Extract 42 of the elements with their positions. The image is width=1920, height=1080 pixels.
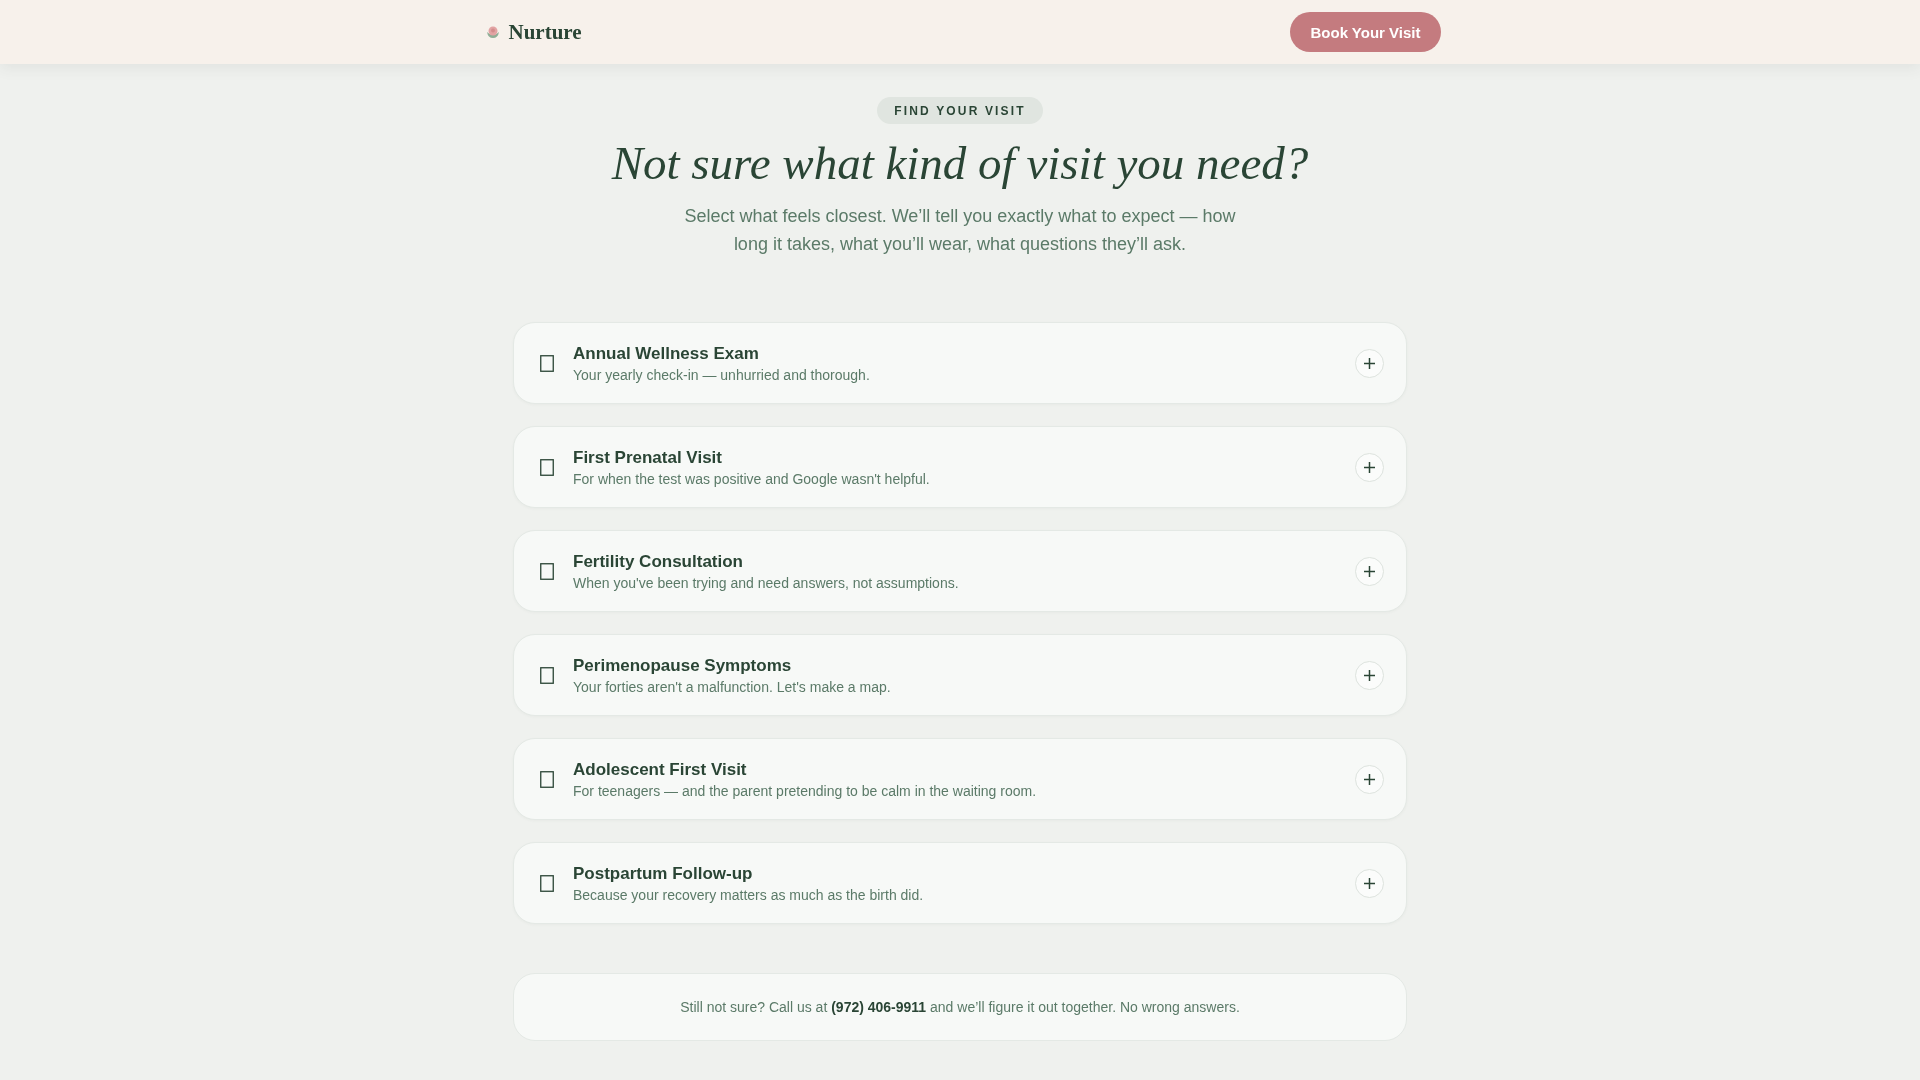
expand-button[interactable]: [1355, 348, 1384, 378]
page-subtitle: Select what feels closest. We’ll tell you exactly what to expect — how long it takes, what you’ll wear, what questions they’ll ask.: [683, 205, 1237, 256]
plus-icon: [1364, 565, 1375, 577]
visit-option-card[interactable]: Fertility Consultation When you've been trying and need answers, not assumptions.: [513, 530, 1407, 612]
eyebrow-label: FIND YOUR VISIT: [877, 97, 1043, 124]
visit-option-card[interactable]: Annual Wellness Exam Your yearly check-in — unhurried and thorough.: [513, 322, 1407, 404]
visit-option-card[interactable]: Postpartum Follow-up Because your recovery matters as much as the birth did.: [513, 842, 1407, 924]
brand-name: Nurture: [508, 19, 582, 45]
square-outline-icon: [540, 874, 554, 892]
visit-title: Fertility Consultation: [573, 551, 744, 572]
visit-description: When you've been trying and need answers, not assumptions.: [573, 574, 960, 591]
plus-icon: [1364, 357, 1375, 369]
plus-icon: [1364, 461, 1375, 473]
visit-option-card[interactable]: Perimenopause Symptoms Your forties aren't a malfunction. Let's make a map.: [513, 634, 1407, 716]
plus-icon: [1364, 669, 1375, 681]
visit-title: Perimenopause Symptoms: [573, 655, 793, 676]
page-title: Not sure what kind of visit you need?: [611, 136, 1309, 191]
visit-option-card[interactable]: First Prenatal Visit For when the test was positive and Google wasn't helpful.: [513, 426, 1407, 508]
expand-button[interactable]: [1355, 660, 1384, 690]
visit-description: Because your recovery matters as much as the birth did.: [573, 886, 925, 903]
expand-button[interactable]: [1355, 764, 1384, 794]
expand-button[interactable]: [1355, 868, 1384, 898]
visit-title: Adolescent First Visit: [573, 759, 748, 780]
plus-icon: [1364, 773, 1375, 785]
visit-title: Annual Wellness Exam: [573, 343, 760, 364]
visit-description: For when the test was positive and Google wasn't helpful.: [573, 470, 931, 487]
square-outline-icon: [540, 562, 554, 580]
square-outline-icon: [540, 458, 554, 476]
expand-button[interactable]: [1355, 452, 1384, 482]
help-note-text: Still not sure? Call us at (972) 406-9911 and we’ll figure it out together. No wrong answers.: [680, 999, 1240, 1015]
visit-description: Your yearly check-in — unhurried and thorough.: [573, 366, 871, 383]
expand-button[interactable]: [1355, 556, 1384, 586]
visit-description: For teenagers — and the parent pretending to be calm in the waiting room.: [573, 782, 1038, 799]
square-outline-icon: [540, 666, 554, 684]
flower-logo-icon: [485, 25, 500, 39]
visit-option-card[interactable]: Adolescent First Visit For teenagers — and the parent pretending to be calm in the waiting room.: [513, 738, 1407, 820]
plus-icon: [1364, 877, 1375, 889]
visit-title: Postpartum Follow-up: [573, 863, 754, 884]
visit-description: Your forties aren't a malfunction. Let's make a map.: [573, 678, 892, 695]
square-outline-icon: [540, 770, 554, 788]
square-outline-icon: [540, 354, 554, 372]
visit-title: First Prenatal Visit: [573, 447, 723, 468]
